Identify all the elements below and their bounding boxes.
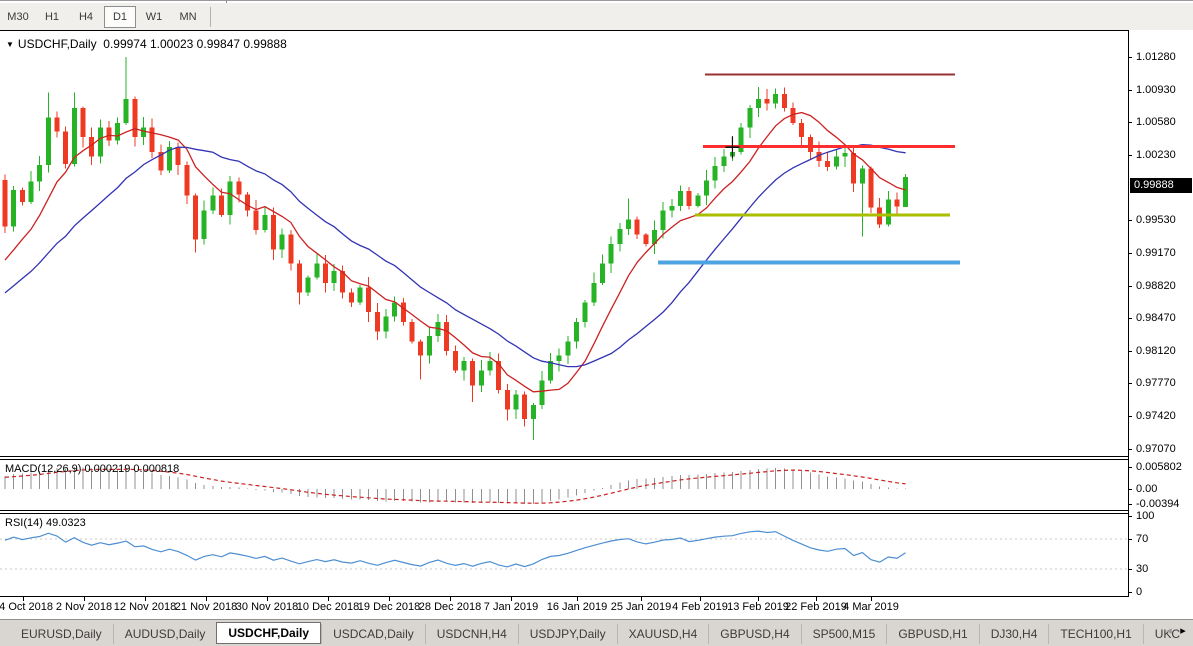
date-axis-label: 16 Jan 2019 xyxy=(547,601,608,613)
price-axis-label-tick xyxy=(1129,286,1132,287)
timeframe-button-h1[interactable]: H1 xyxy=(36,6,68,28)
rsi-line xyxy=(5,531,906,567)
chart-tab-xauusd[interactable]: XAUUSD,H4 xyxy=(617,624,709,644)
macd-label: MACD(12,26,9) 0.000219 0.000818 xyxy=(5,463,179,475)
price-axis-label: 1.01280 xyxy=(1136,51,1176,63)
chart-tab-audusd[interactable]: AUDUSD,Daily xyxy=(113,624,217,644)
date-axis-label: 19 Dec 2018 xyxy=(358,601,420,613)
chart-title: ▼ USDCHF,Daily 0.99974 1.00023 0.99847 0.… xyxy=(6,37,287,51)
rsi-panel[interactable]: RSI(14) 49.0323 xyxy=(0,513,1128,597)
date-axis-label: 4 Mar 2019 xyxy=(843,601,899,613)
price-axis-label: 0.97420 xyxy=(1136,410,1176,422)
current-price-tag: 0.99888 xyxy=(1130,178,1192,193)
price-axis-label: 0.97070 xyxy=(1136,443,1176,455)
date-axis-label: 30 Nov 2018 xyxy=(236,601,298,613)
slow-ma-line xyxy=(5,145,906,367)
macd-axis-label: 0.005802 xyxy=(1136,461,1182,473)
price-axis-label-tick xyxy=(1129,122,1132,123)
price-axis-label-tick xyxy=(1129,220,1132,221)
macd-axis-label-tick xyxy=(1129,504,1132,505)
rsi-canvas[interactable] xyxy=(0,514,1128,596)
chart-tab-gbpusd[interactable]: GBPUSD,H4 xyxy=(708,624,800,644)
price-axis-label-tick xyxy=(1129,416,1132,417)
chart-tab-tech100[interactable]: TECH100,H1 xyxy=(1048,624,1142,644)
price-axis-label: 1.00230 xyxy=(1136,149,1176,161)
tab-scroll-arrows: ◂ ▸ xyxy=(1162,624,1190,637)
date-axis-label: 24 Oct 2018 xyxy=(0,601,53,613)
chart-tab-usdjpy[interactable]: USDJPY,Daily xyxy=(518,624,617,644)
price-axis-label-tick xyxy=(1129,253,1132,254)
rsi-axis-label: 70 xyxy=(1136,533,1148,545)
timeframe-toolbar: M30H1H4D1W1MN xyxy=(0,3,1193,31)
rsi-axis-label: 100 xyxy=(1136,510,1154,522)
date-axis-label: 25 Jan 2019 xyxy=(611,601,672,613)
chart-tab-usdcad[interactable]: USDCAD,Daily xyxy=(321,624,425,644)
cross-marker xyxy=(725,136,739,158)
date-axis-label: 22 Feb 2019 xyxy=(785,601,847,613)
price-axis-label-tick xyxy=(1129,155,1132,156)
macd-axis-label: -0.00394 xyxy=(1136,498,1179,510)
date-axis-label: 12 Nov 2018 xyxy=(114,601,176,613)
rsi-axis-label-tick xyxy=(1129,539,1132,540)
price-axis-label: 1.00930 xyxy=(1136,84,1176,96)
chart-tab-usdcnh[interactable]: USDCNH,H4 xyxy=(425,624,518,644)
price-axis-label: 0.98470 xyxy=(1136,312,1176,324)
price-axis-label: 0.97770 xyxy=(1136,377,1176,389)
macd-axis-label-tick xyxy=(1129,467,1132,468)
price-axis-label: 0.98820 xyxy=(1136,280,1176,292)
macd-axis-label: 0.00 xyxy=(1136,483,1157,495)
date-axis-label: 4 Feb 2019 xyxy=(672,601,728,613)
macd-axis-label-tick xyxy=(1129,489,1132,490)
date-axis[interactable]: 24 Oct 20182 Nov 201812 Nov 201821 Nov 2… xyxy=(0,597,1128,618)
chart-title-text: USDCHF,Daily 0.99974 1.00023 0.99847 0.9… xyxy=(18,37,287,51)
chart-tab-usdchf[interactable]: USDCHF,Daily xyxy=(216,622,321,644)
chart-tab-dj30[interactable]: DJ30,H4 xyxy=(979,624,1049,644)
price-axis-label: 0.99170 xyxy=(1136,247,1176,259)
rsi-label: RSI(14) 49.0323 xyxy=(5,517,86,529)
chart-tab-gbpusd[interactable]: GBPUSD,H1 xyxy=(886,624,978,644)
date-axis-label: 2 Nov 2018 xyxy=(56,601,112,613)
price-axis-label-tick xyxy=(1129,351,1132,352)
price-axis-label-tick xyxy=(1129,383,1132,384)
date-axis-label: 21 Nov 2018 xyxy=(175,601,237,613)
timeframe-button-h4[interactable]: H4 xyxy=(70,6,102,28)
timeframe-button-w1[interactable]: W1 xyxy=(138,6,170,28)
price-chart-canvas[interactable] xyxy=(0,31,1128,456)
date-axis-label: 28 Dec 2018 xyxy=(419,601,481,613)
macd-panel[interactable]: MACD(12,26,9) 0.000219 0.000818 xyxy=(0,459,1128,511)
chart-tab-eurusd[interactable]: EURUSD,Daily xyxy=(10,624,113,644)
rsi-axis-label-tick xyxy=(1129,516,1132,517)
rsi-axis-label-tick xyxy=(1129,592,1132,593)
price-axis-label: 0.99530 xyxy=(1136,214,1176,226)
rsi-axis-label: 30 xyxy=(1136,563,1148,575)
timeframe-button-d1[interactable]: D1 xyxy=(104,6,136,28)
date-axis-label: 7 Jan 2019 xyxy=(484,601,538,613)
price-axis[interactable]: 0.99888 1.01280 1.00930 1.00580 1.00230 0.99… xyxy=(1128,30,1193,597)
price-axis-label: 0.98120 xyxy=(1136,345,1176,357)
rsi-axis-label-tick xyxy=(1129,569,1132,570)
price-axis-label-tick xyxy=(1129,318,1132,319)
chart-tab-bar: EURUSD,DailyAUDUSD,DailyUSDCHF,DailyUSDC… xyxy=(0,619,1193,646)
tab-scroll-left-icon[interactable]: ◂ xyxy=(1162,624,1176,637)
price-axis-label-tick xyxy=(1129,57,1132,58)
toolbar-separator xyxy=(210,7,211,27)
price-axis-label-tick xyxy=(1129,449,1132,450)
price-axis-label: 1.00580 xyxy=(1136,116,1176,128)
date-axis-label: 13 Feb 2019 xyxy=(727,601,789,613)
date-axis-label: 10 Dec 2018 xyxy=(297,601,359,613)
price-axis-label-tick xyxy=(1129,90,1132,91)
tab-scroll-right-icon[interactable]: ▸ xyxy=(1176,624,1190,637)
symbol-dropdown-icon: ▼ xyxy=(6,40,14,49)
mt4-window: M30H1H4D1W1MN ▼ USDCHF,Daily 0.99974 1.00… xyxy=(0,0,1193,646)
main-chart-panel[interactable]: ▼ USDCHF,Daily 0.99974 1.00023 0.99847 0.… xyxy=(0,30,1128,457)
chart-tab-sp500[interactable]: SP500,M15 xyxy=(801,624,887,644)
timeframe-button-mn[interactable]: MN xyxy=(172,6,204,28)
rsi-axis-label: 0 xyxy=(1136,586,1142,598)
timeframe-button-m30[interactable]: M30 xyxy=(2,6,34,28)
